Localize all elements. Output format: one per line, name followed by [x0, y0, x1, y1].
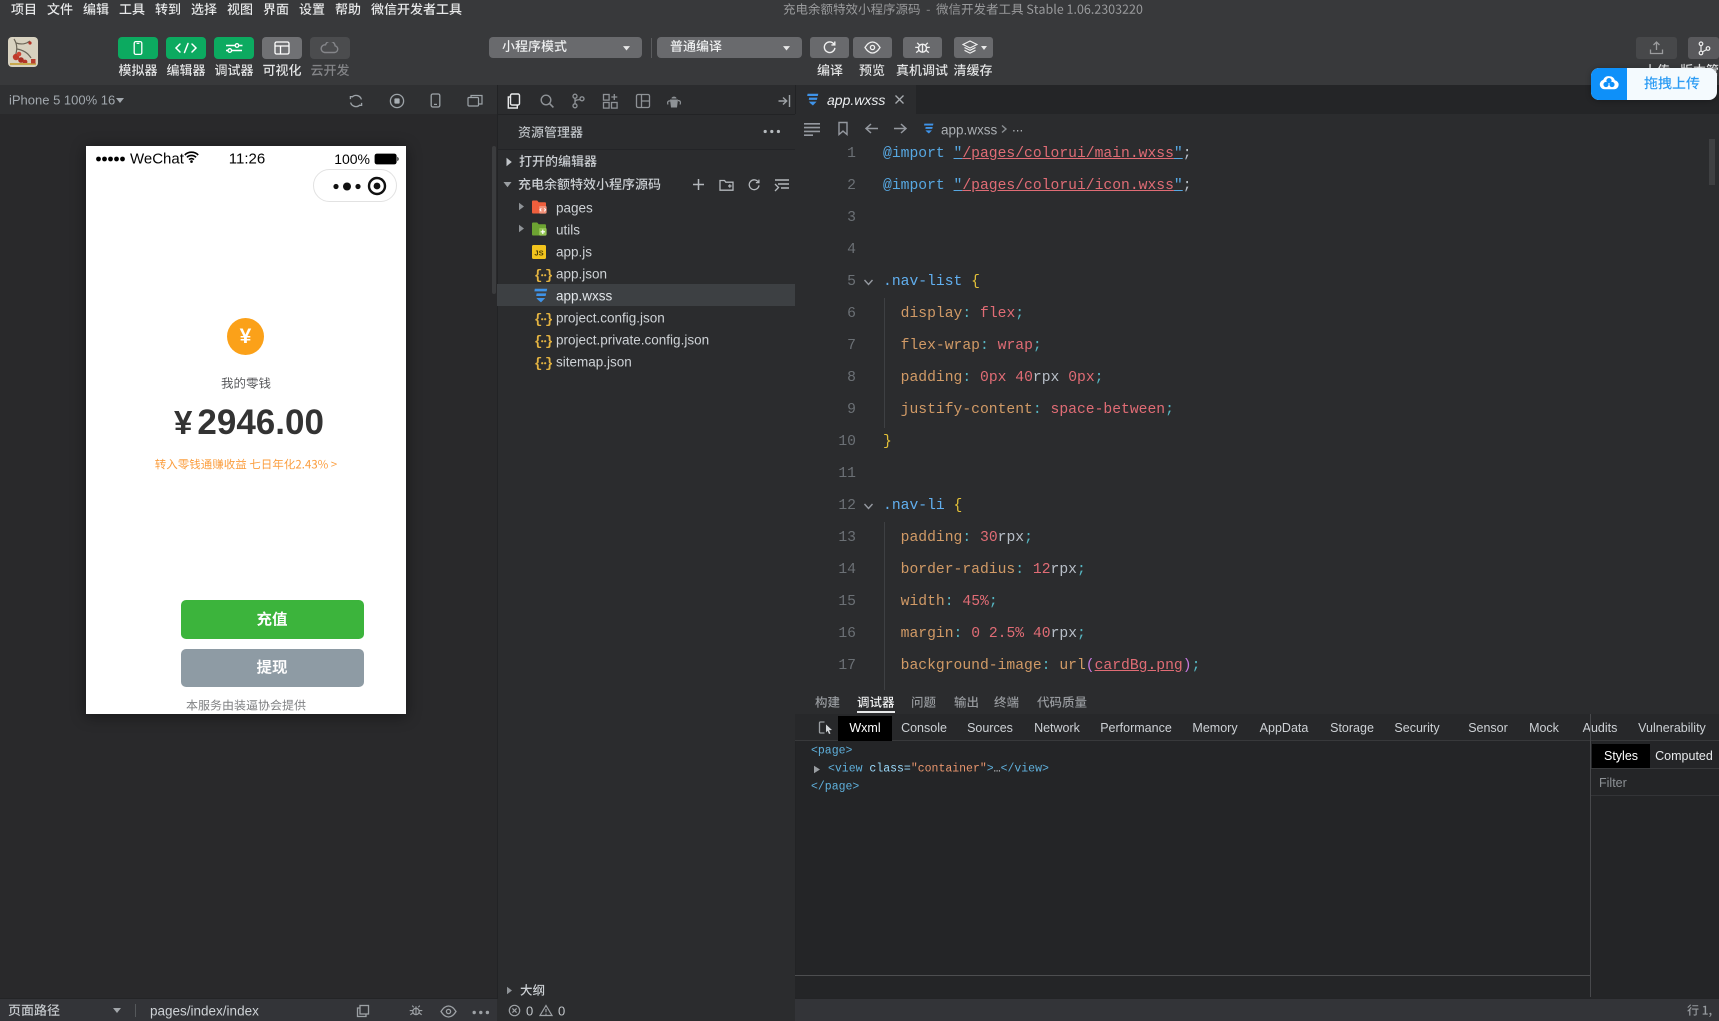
svg-text:JS: JS	[534, 248, 543, 257]
